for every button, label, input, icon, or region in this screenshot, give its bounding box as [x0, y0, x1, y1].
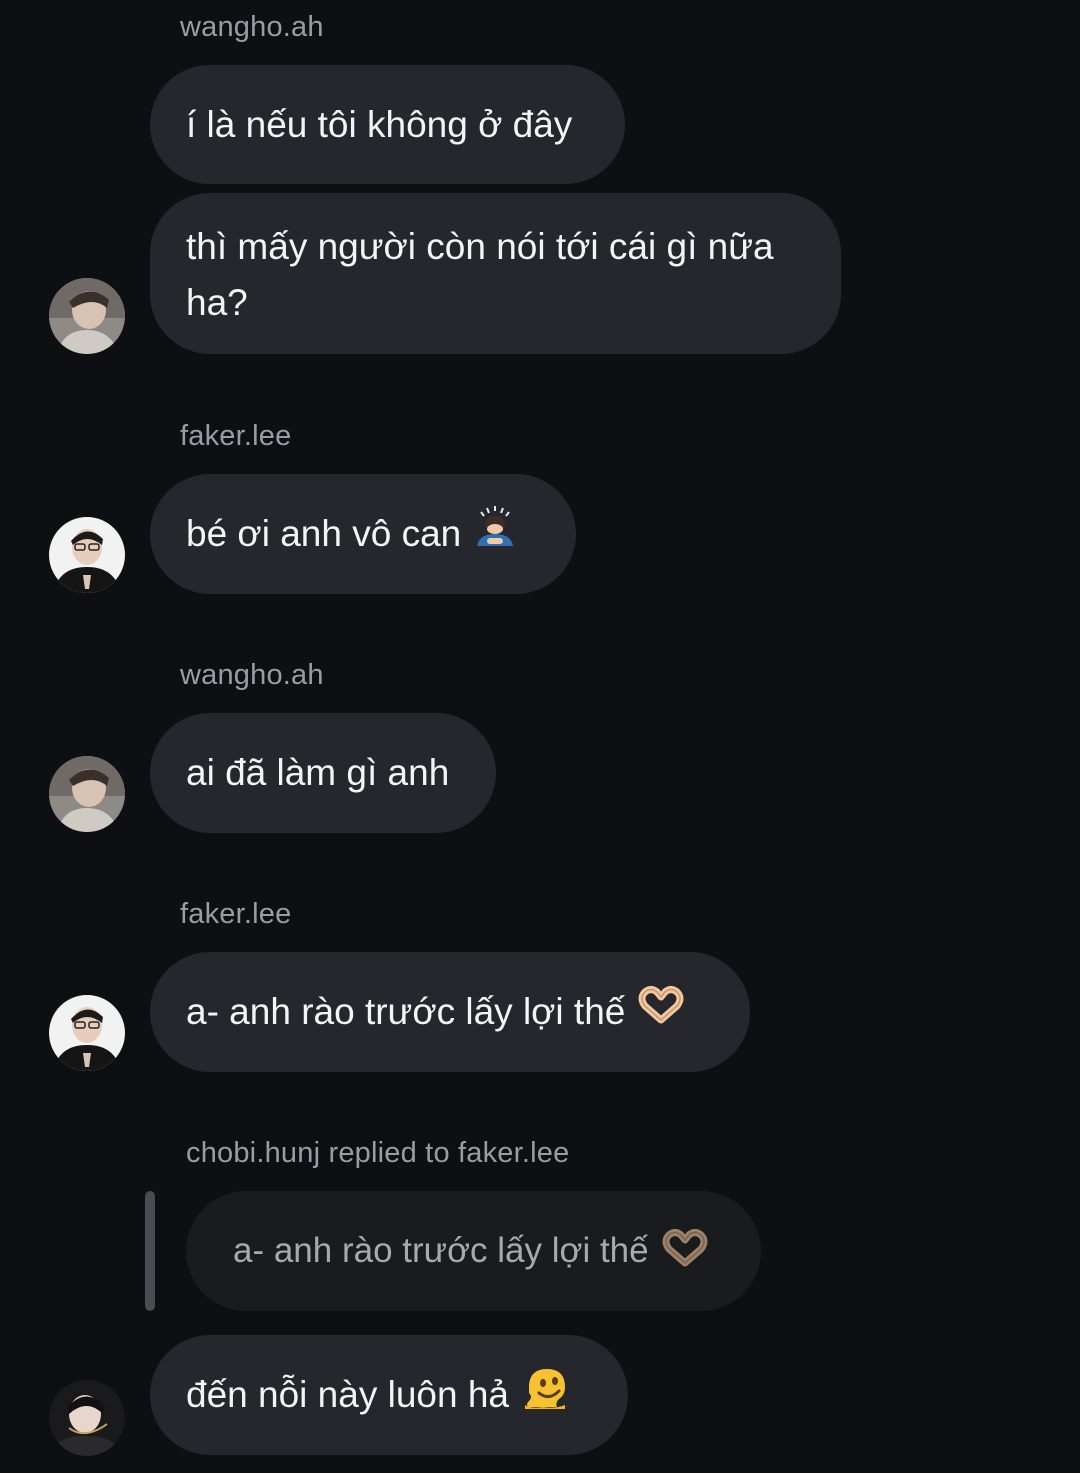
message-bubble[interactable]: ai đã làm gì anh [150, 713, 496, 833]
sender-name[interactable]: faker.lee [180, 900, 291, 929]
avatar[interactable] [49, 995, 125, 1071]
quoted-text: a- anh rào trước lấy lợi thế [233, 1231, 649, 1270]
sender-name[interactable]: wangho.ah [180, 13, 324, 42]
heart-hands-emoji [637, 984, 685, 1040]
message-text-line: thì mấy người còn nói tới cái gì nữa [186, 226, 774, 267]
message-bubble[interactable]: a- anh rào trước lấy lợi thế [150, 952, 750, 1072]
quoted-message[interactable]: a- anh rào trước lấy lợi thế [186, 1191, 761, 1311]
avatar[interactable] [49, 517, 125, 593]
message-text: a- anh rào trước lấy lợi thế [186, 991, 626, 1032]
message-text: đến nỗi này luôn hả [186, 1374, 509, 1415]
person-bowing-emoji [473, 504, 517, 564]
message-bubble[interactable]: thì mấy người còn nói tới cái gì nữa ha? [150, 193, 841, 354]
message-text-line: ha? [186, 282, 248, 323]
heart-hands-emoji [661, 1227, 709, 1276]
message-text: í là nếu tôi không ở đây [186, 103, 573, 145]
avatar[interactable] [49, 1380, 125, 1456]
message-text: bé ơi anh vô can [186, 513, 462, 554]
melting-face-emoji [521, 1363, 569, 1427]
message-bubble[interactable]: đến nỗi này luôn hả [150, 1335, 628, 1455]
avatar[interactable] [49, 756, 125, 832]
reply-indicator-bar [145, 1191, 155, 1311]
sender-name[interactable]: faker.lee [180, 422, 291, 451]
sender-name[interactable]: wangho.ah [180, 661, 324, 690]
message-bubble[interactable]: bé ơi anh vô can [150, 474, 576, 594]
message-text: ai đã làm gì anh [186, 752, 450, 793]
reply-header[interactable]: chobi.hunj replied to faker.lee [186, 1139, 569, 1168]
message-bubble[interactable]: í là nếu tôi không ở đây [150, 65, 625, 184]
avatar[interactable] [49, 278, 125, 354]
